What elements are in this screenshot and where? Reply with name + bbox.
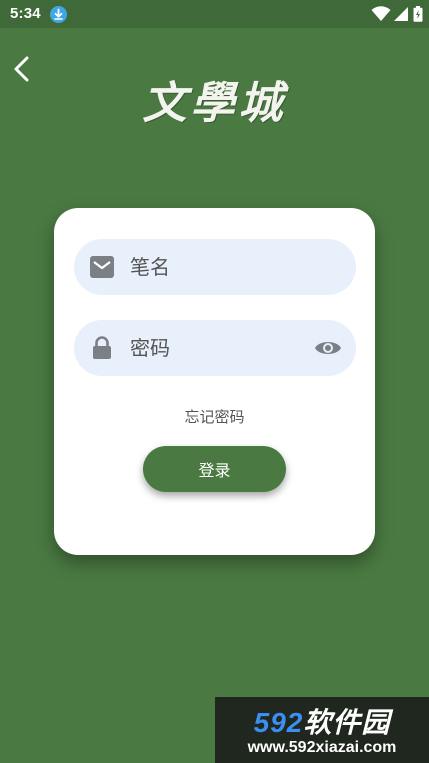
download-icon [50, 6, 67, 23]
lock-icon [89, 336, 115, 360]
watermark-number: 592 [253, 707, 304, 738]
login-card: 忘记密码 登录 [54, 208, 375, 555]
battery-icon [413, 6, 423, 22]
app-logo: 文學城 [142, 78, 287, 129]
back-button[interactable] [8, 52, 38, 86]
login-button[interactable]: 登录 [143, 446, 286, 492]
status-bar: 5:34 [0, 0, 429, 28]
password-input[interactable] [130, 320, 300, 376]
eye-icon [315, 342, 341, 354]
status-time: 5:34 [10, 5, 41, 22]
watermark: 592软件园 www.592xiazai.com [215, 697, 429, 763]
forgot-password-link[interactable]: 忘记密码 [54, 406, 375, 427]
password-field [74, 320, 356, 376]
watermark-text: 软件园 [303, 707, 391, 738]
show-password-toggle[interactable] [314, 336, 342, 360]
mail-icon [89, 255, 115, 279]
cellular-signal-icon [394, 7, 408, 21]
username-input[interactable] [130, 239, 300, 295]
username-field [74, 239, 356, 295]
chevron-left-icon [14, 56, 29, 82]
watermark-url: www.592xiazai.com [247, 739, 397, 756]
login-screen: 5:34 文學城 笔名 忘记密码 登录 592软件园 www.592xiazai… [0, 0, 429, 763]
wifi-icon [371, 6, 391, 21]
watermark-brand: 592软件园 [219, 701, 425, 741]
